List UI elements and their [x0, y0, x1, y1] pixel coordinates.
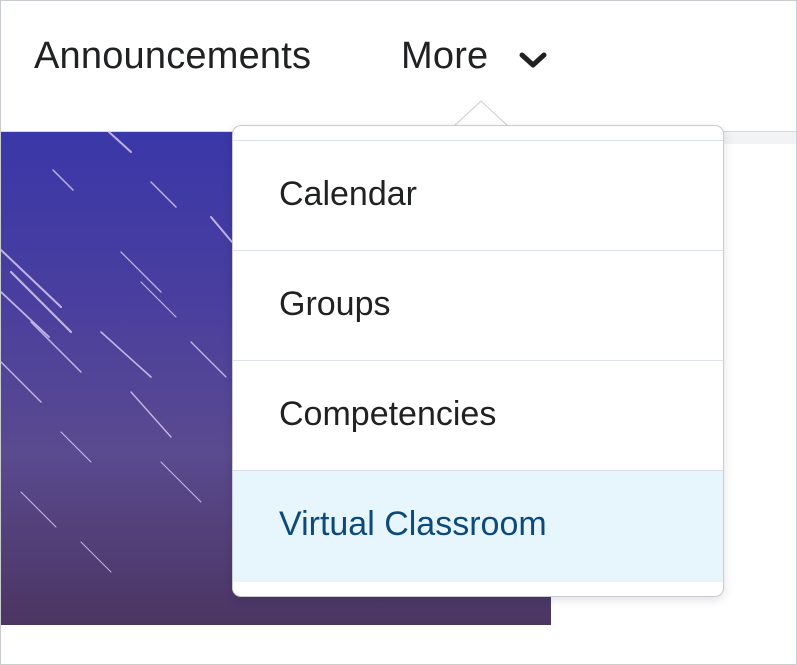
- menu-item-virtual-classroom[interactable]: Virtual Classroom: [233, 470, 723, 582]
- menu-item-competencies[interactable]: Competencies: [233, 360, 723, 470]
- menu-item-label: Competencies: [279, 395, 497, 433]
- nav-announcements-link[interactable]: Announcements: [34, 35, 311, 78]
- nav-more-button[interactable]: More: [401, 35, 488, 78]
- app-window: Announcements More Calendar Groups Compe…: [0, 0, 797, 665]
- menu-item-groups[interactable]: Groups: [233, 250, 723, 360]
- chevron-down-icon[interactable]: [517, 49, 549, 71]
- menu-item-calendar[interactable]: Calendar: [233, 140, 723, 250]
- dropdown-menu-list: Calendar Groups Competencies Virtual Cla…: [233, 140, 723, 582]
- course-navbar: Announcements More: [1, 1, 796, 132]
- dropdown-pointer: [454, 100, 508, 127]
- menu-item-label: Groups: [279, 285, 391, 323]
- more-dropdown-menu: Calendar Groups Competencies Virtual Cla…: [232, 125, 724, 597]
- page-footer-area: [1, 625, 796, 664]
- menu-item-label: Calendar: [279, 175, 417, 213]
- menu-item-label: Virtual Classroom: [279, 505, 547, 543]
